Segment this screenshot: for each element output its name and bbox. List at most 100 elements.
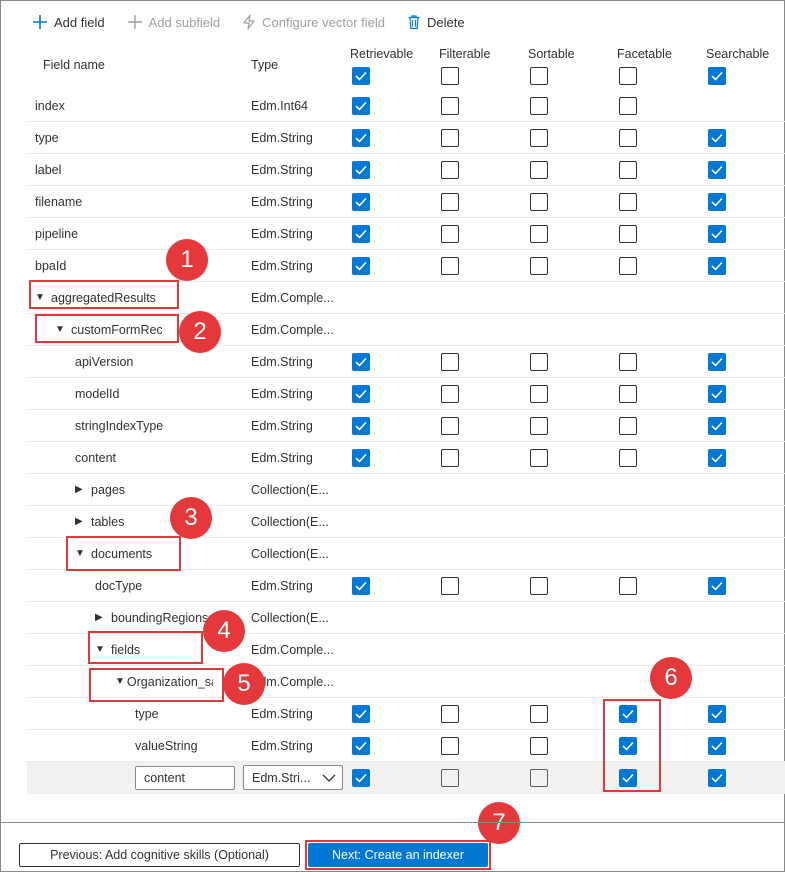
searchable-checkbox[interactable] <box>708 448 726 467</box>
sortable-checkbox[interactable] <box>530 192 548 211</box>
retrievable-checkbox[interactable] <box>352 576 370 595</box>
table-row[interactable]: type Edm.String <box>27 122 785 154</box>
facetable-checkbox[interactable] <box>619 224 637 243</box>
caret-right-icon[interactable]: ▶ <box>75 484 89 495</box>
retrievable-checkbox[interactable] <box>352 96 370 115</box>
retrievable-checkbox[interactable] <box>352 448 370 467</box>
filterable-checkbox[interactable] <box>441 352 459 371</box>
searchable-checkbox[interactable] <box>708 128 726 147</box>
sortable-checkbox[interactable] <box>530 384 548 403</box>
caret-down-icon[interactable]: ▼ <box>35 292 49 303</box>
delete-button[interactable]: Delete <box>407 14 465 30</box>
facetable-checkbox[interactable] <box>619 128 637 147</box>
table-row[interactable]: apiVersion Edm.String <box>27 346 785 378</box>
searchable-checkbox[interactable] <box>708 160 726 179</box>
table-row[interactable]: valueString Edm.String <box>27 730 785 762</box>
caret-down-icon[interactable]: ▼ <box>115 676 125 687</box>
table-row[interactable]: ▶ pages Collection(E... <box>27 474 785 506</box>
sortable-checkbox[interactable] <box>530 768 548 787</box>
searchable-header-checkbox[interactable] <box>708 67 726 85</box>
table-row[interactable]: stringIndexType Edm.String <box>27 410 785 442</box>
retrievable-checkbox[interactable] <box>352 768 370 787</box>
filterable-checkbox[interactable] <box>441 128 459 147</box>
facetable-header-checkbox[interactable] <box>619 67 637 85</box>
filterable-checkbox[interactable] <box>441 416 459 435</box>
searchable-checkbox[interactable] <box>708 224 726 243</box>
table-row[interactable]: ▶ tables Collection(E... <box>27 506 785 538</box>
configure-vector-field-button[interactable]: Configure vector field <box>242 14 385 30</box>
table-row[interactable]: type Edm.String <box>27 698 785 730</box>
sortable-header-checkbox[interactable] <box>530 67 548 85</box>
searchable-checkbox[interactable] <box>708 256 726 275</box>
sortable-checkbox[interactable] <box>530 224 548 243</box>
table-row[interactable]: content Edm.String <box>27 442 785 474</box>
sortable-checkbox[interactable] <box>530 704 548 723</box>
table-row[interactable]: docType Edm.String <box>27 570 785 602</box>
facetable-checkbox[interactable] <box>619 704 637 723</box>
filterable-header-checkbox[interactable] <box>441 67 459 85</box>
retrievable-checkbox[interactable] <box>352 736 370 755</box>
add-field-button[interactable]: Add field <box>32 14 105 30</box>
caret-down-icon[interactable]: ▼ <box>55 324 69 335</box>
caret-down-icon[interactable]: ▼ <box>75 548 89 559</box>
searchable-checkbox[interactable] <box>708 736 726 755</box>
table-row[interactable]: label Edm.String <box>27 154 785 186</box>
previous-button[interactable]: Previous: Add cognitive skills (Optional… <box>19 843 300 867</box>
searchable-checkbox[interactable] <box>708 192 726 211</box>
filterable-checkbox[interactable] <box>441 160 459 179</box>
field-type-select[interactable]: Edm.Stri... <box>243 765 343 790</box>
searchable-checkbox[interactable] <box>708 384 726 403</box>
retrievable-checkbox[interactable] <box>352 224 370 243</box>
sortable-checkbox[interactable] <box>530 256 548 275</box>
sortable-checkbox[interactable] <box>530 352 548 371</box>
table-row[interactable]: modelId Edm.String <box>27 378 785 410</box>
retrievable-checkbox[interactable] <box>352 352 370 371</box>
searchable-checkbox[interactable] <box>708 352 726 371</box>
facetable-checkbox[interactable] <box>619 448 637 467</box>
facetable-checkbox[interactable] <box>619 352 637 371</box>
facetable-checkbox[interactable] <box>619 768 637 787</box>
table-row[interactable]: bpaId Edm.String <box>27 250 785 282</box>
table-row[interactable]: ▼ documents Collection(E... <box>27 538 785 570</box>
filterable-checkbox[interactable] <box>441 576 459 595</box>
sortable-checkbox[interactable] <box>530 448 548 467</box>
retrievable-checkbox[interactable] <box>352 160 370 179</box>
table-row[interactable]: pipeline Edm.String <box>27 218 785 250</box>
sortable-checkbox[interactable] <box>530 416 548 435</box>
facetable-checkbox[interactable] <box>619 384 637 403</box>
facetable-checkbox[interactable] <box>619 576 637 595</box>
caret-right-icon[interactable]: ▶ <box>75 516 89 527</box>
filterable-checkbox[interactable] <box>441 96 459 115</box>
facetable-checkbox[interactable] <box>619 736 637 755</box>
table-row[interactable]: ▶ boundingRegions Collection(E... <box>27 602 785 634</box>
edit-field-row[interactable]: Edm.Stri... <box>27 762 785 794</box>
add-subfield-button[interactable]: Add subfield <box>127 14 220 30</box>
table-row[interactable]: ▼ customFormRec Edm.Comple... <box>27 314 785 346</box>
facetable-checkbox[interactable] <box>619 256 637 275</box>
filterable-checkbox[interactable] <box>441 192 459 211</box>
table-row[interactable]: ▼ aggregatedResults Edm.Comple... <box>27 282 785 314</box>
sortable-checkbox[interactable] <box>530 128 548 147</box>
caret-right-icon[interactable]: ▶ <box>95 612 109 623</box>
sortable-checkbox[interactable] <box>530 160 548 179</box>
filterable-checkbox[interactable] <box>441 736 459 755</box>
retrievable-header-checkbox[interactable] <box>352 67 370 85</box>
next-create-indexer-button[interactable]: Next: Create an indexer <box>308 843 488 867</box>
facetable-checkbox[interactable] <box>619 96 637 115</box>
sortable-checkbox[interactable] <box>530 576 548 595</box>
retrievable-checkbox[interactable] <box>352 128 370 147</box>
filterable-checkbox[interactable] <box>441 704 459 723</box>
searchable-checkbox[interactable] <box>708 704 726 723</box>
retrievable-checkbox[interactable] <box>352 256 370 275</box>
facetable-checkbox[interactable] <box>619 160 637 179</box>
facetable-checkbox[interactable] <box>619 416 637 435</box>
sortable-checkbox[interactable] <box>530 96 548 115</box>
retrievable-checkbox[interactable] <box>352 384 370 403</box>
sortable-checkbox[interactable] <box>530 736 548 755</box>
table-row[interactable]: index Edm.Int64 <box>27 90 785 122</box>
filterable-checkbox[interactable] <box>441 224 459 243</box>
filterable-checkbox[interactable] <box>441 768 459 787</box>
filterable-checkbox[interactable] <box>441 448 459 467</box>
filterable-checkbox[interactable] <box>441 256 459 275</box>
filterable-checkbox[interactable] <box>441 384 459 403</box>
